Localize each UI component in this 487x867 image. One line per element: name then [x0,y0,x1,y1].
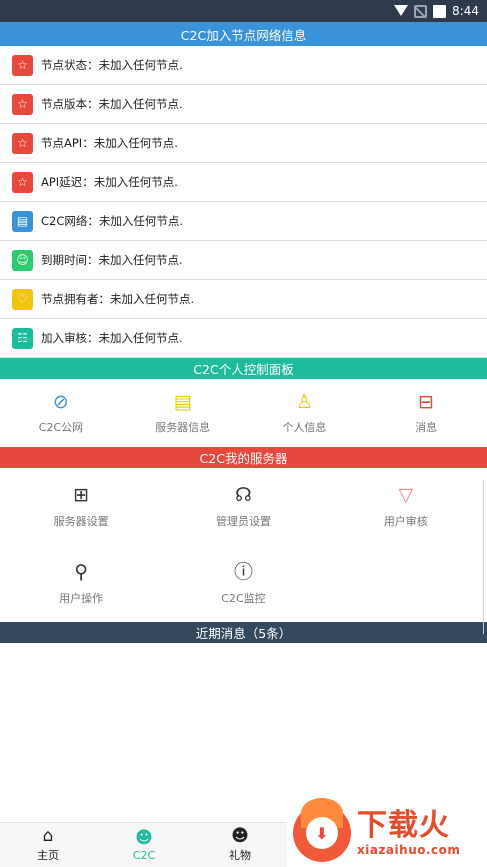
info-icon: ⓘ [233,560,253,583]
info-row-label: 节点拥有者：未加入任何节点. [41,292,195,306]
star-icon: ☆ [12,54,33,76]
info-row-c2c-network[interactable]: ▤ C2C网络：未加入任何节点. [0,202,487,241]
grid-item-label: 管理员设置 [215,514,271,528]
section-header-recent-messages: 近期消息（5条） [0,622,487,643]
grid-item-personal-info[interactable]: ♙ 个人信息 [244,379,366,447]
star-icon: ☆ [12,171,33,193]
user-icon: ♙ [295,390,313,413]
status-bar: 8:44 [0,0,487,22]
info-row-join-review[interactable]: ☷ 加入审核：未加入任何节点. [0,319,487,358]
section-header-node-info: C2C加入节点网络信息 [0,22,487,46]
my-servers-grid: ⊞ 服务器设置 ☊ 管理员设置 ▽ 用户审核 ⚲ 用户操作 ⓘ C2C监控 [0,468,487,622]
battery-icon [433,4,447,18]
section-header-control-panel: C2C个人控制面板 [0,358,487,379]
star-icon: ☆ [12,132,33,154]
info-row-label: C2C网络：未加入任何节点. [41,214,184,228]
info-row-label: 节点API：未加入任何节点. [41,136,178,150]
flame-logo-icon: ⬇ [293,798,351,862]
tab-home[interactable]: ⌂ 主页 [0,823,96,867]
info-row-api-latency[interactable]: ☆ API延迟：未加入任何节点. [0,163,487,202]
watermark: ⬇ 下载火 xiazaihuo.com [287,798,487,867]
section-title: C2C我的服务器 [199,451,288,466]
filter-icon: ▽ [398,483,414,506]
watermark-title: 下载火 [357,808,450,843]
planet-icon: ⊘ [52,390,69,413]
info-row-node-version[interactable]: ☆ 节点版本：未加入任何节点. [0,85,487,124]
grid-item-label: 服务器信息 [155,420,211,434]
section-title: C2C加入节点网络信息 [180,27,307,43]
grid-item-label: 服务器设置 [53,514,109,528]
tab-label: 礼物 [229,849,251,862]
info-row-label: API延迟：未加入任何节点. [41,175,178,189]
section-title: 近期消息（5条） [195,626,292,641]
c2c-robot-icon: ☻ [135,827,153,848]
grid-item-c2c-public[interactable]: ⊘ C2C公网 [0,379,122,447]
grid-item-user-review[interactable]: ▽ 用户审核 [325,468,487,545]
section-title: C2C个人控制面板 [193,362,294,377]
inbox-icon: ☷ [12,327,33,349]
wifi-icon [394,4,409,18]
info-row-label: 节点版本：未加入任何节点. [41,97,183,111]
grid-item-server-info[interactable]: ▤ 服务器信息 [122,379,244,447]
grid-item-admin-settings[interactable]: ☊ 管理员设置 [162,468,324,545]
admin-icon: ☊ [235,483,252,506]
grid-item-label: 用户操作 [59,591,104,605]
info-row-node-owner[interactable]: ♡ 节点拥有者：未加入任何节点. [0,280,487,319]
grid-item-label: 用户审核 [383,514,428,528]
info-row-label: 加入审核：未加入任何节点. [41,331,183,345]
tab-label: C2C [132,848,156,862]
grid-item-user-operations[interactable]: ⚲ 用户操作 [0,545,162,622]
info-row-expiry-time[interactable]: ☺ 到期时间：未加入任何节点. [0,241,487,280]
grid-item-label: 个人信息 [282,420,327,434]
grid-item-messages[interactable]: ⊟ 消息 [365,379,487,447]
control-panel-grid: ⊘ C2C公网 ▤ 服务器信息 ♙ 个人信息 ⊟ 消息 [0,379,487,447]
tab-gift[interactable]: ☻ 礼物 [192,823,288,867]
gift-robot-icon: ☻ [231,826,249,846]
server-list-icon: ▤ [173,390,192,413]
document-icon: ▤ [12,210,33,232]
info-row-label: 到期时间：未加入任何节点. [41,253,183,267]
grid-item-label: C2C监控 [221,591,266,605]
divider [483,480,484,634]
no-signal-icon [414,4,428,18]
tab-label: 主页 [37,849,59,862]
grid-item-server-settings[interactable]: ⊞ 服务器设置 [0,468,162,545]
section-header-my-servers: C2C我的服务器 [0,447,487,468]
heart-icon: ♡ [12,288,33,310]
grid-item-label: 消息 [415,420,438,434]
node-info-list: ☆ 节点状态：未加入任何节点. ☆ 节点版本：未加入任何节点. ☆ 节点API：… [0,46,487,358]
grid-item-label: C2C公网 [38,420,84,434]
watermark-url: xiazaihuo.com [357,843,461,857]
info-row-label: 节点状态：未加入任何节点. [41,58,183,72]
star-icon: ☆ [12,93,33,115]
smile-icon: ☺ [12,249,33,271]
search-user-icon: ⚲ [74,560,89,583]
grid-item-c2c-monitor[interactable]: ⓘ C2C监控 [162,545,324,622]
home-robot-icon: ⌂ [42,826,54,846]
grid-icon: ⊞ [73,483,90,506]
status-time: 8:44 [452,4,479,18]
info-row-node-status[interactable]: ☆ 节点状态：未加入任何节点. [0,46,487,85]
tab-c2c[interactable]: ☻ C2C [96,823,192,867]
message-box-icon: ⊟ [418,390,435,413]
info-row-node-api[interactable]: ☆ 节点API：未加入任何节点. [0,124,487,163]
